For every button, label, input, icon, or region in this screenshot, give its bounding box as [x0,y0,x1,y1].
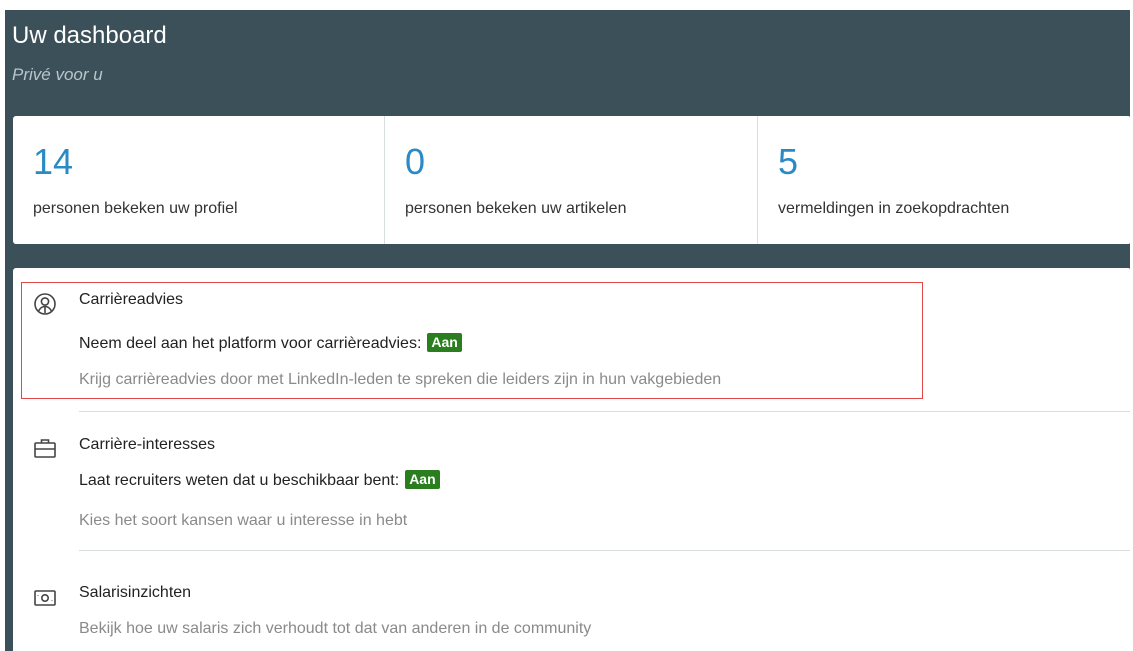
career-advice-description: Krijg carrièreadvies door met LinkedIn-l… [79,371,722,388]
status-badge: Aan [405,470,440,489]
divider [79,411,1130,412]
stat-value: 14 [33,141,74,182]
stat-value: 0 [405,141,426,182]
career-interests-toggle-label: Laat recruiters weten dat u beschikbaar … [79,472,400,489]
stat-label: personen bekeken uw artikelen [405,200,627,217]
stat-search-appearances[interactable]: 5 vermeldingen in zoekopdrachten [758,116,1130,244]
money-icon [33,586,57,610]
career-advice-title: Carrièreadvies [79,291,184,308]
stat-value: 5 [778,141,799,182]
dashboard-title: Uw dashboard [12,22,167,49]
status-badge: Aan [427,333,462,352]
salary-insights-title: Salarisinzichten [79,584,192,601]
briefcase-icon [33,436,57,460]
career-interests-title: Carrière-interesses [79,436,216,453]
career-panel: Carrièreadvies Neem deel aan het platfor… [13,268,1130,651]
stat-profile-views[interactable]: 14 personen bekeken uw profiel [13,116,385,244]
dashboard-frame: Uw dashboard Privé voor u 14 personen be… [5,10,1130,651]
career-interests-toggle[interactable]: Laat recruiters weten dat u beschikbaar … [79,470,440,490]
stat-label: personen bekeken uw profiel [33,200,238,217]
salary-insights-description: Bekijk hoe uw salaris zich verhoudt tot … [79,620,592,637]
career-advice-icon [33,292,57,316]
career-advice-toggle-label: Neem deel aan het platform voor carrière… [79,335,422,352]
divider [79,550,1130,551]
stats-bar: 14 personen bekeken uw profiel 0 persone… [13,116,1130,244]
dashboard-subtitle: Privé voor u [12,65,103,84]
dashboard-header: Uw dashboard Privé voor u [12,10,1130,110]
career-interests-description: Kies het soort kansen waar u interesse i… [79,512,408,529]
career-advice-toggle[interactable]: Neem deel aan het platform voor carrière… [79,333,462,353]
stat-article-views[interactable]: 0 personen bekeken uw artikelen [385,116,758,244]
stat-label: vermeldingen in zoekopdrachten [778,200,1010,217]
